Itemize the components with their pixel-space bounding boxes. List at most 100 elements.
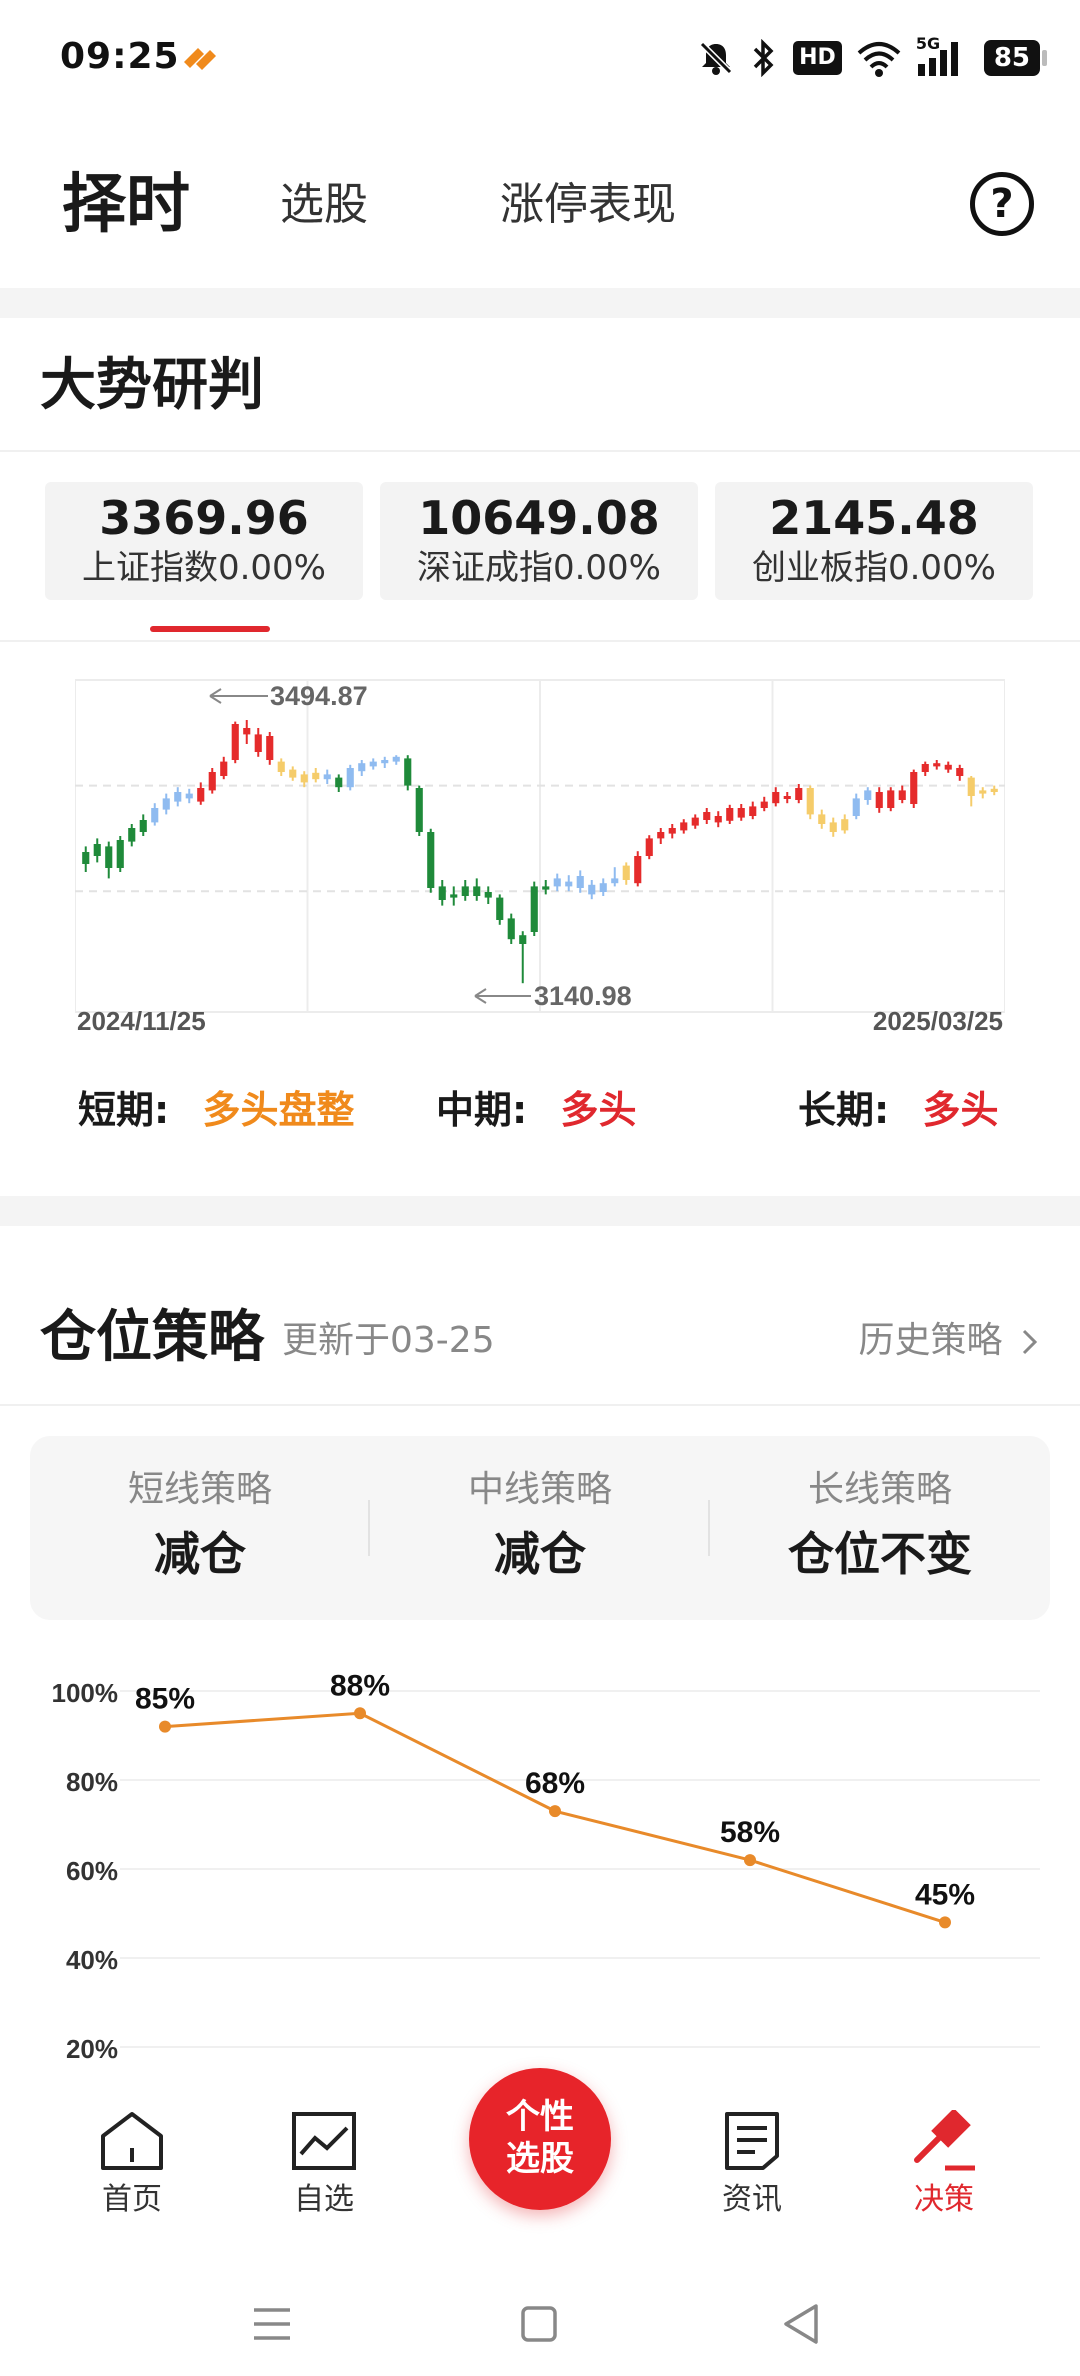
nav-home[interactable]: 首页	[62, 2110, 202, 2220]
candle	[427, 832, 435, 888]
nav-watchlist[interactable]: 自选	[254, 2110, 394, 2220]
candle	[369, 761, 377, 767]
hd-badge: HD	[793, 41, 842, 75]
candle	[921, 764, 929, 772]
candle	[599, 883, 607, 892]
personal-stock-picking-button[interactable]: 个性 选股	[469, 2068, 611, 2210]
trend-label: 长期:	[798, 1088, 890, 1132]
candle	[197, 788, 205, 802]
candle	[243, 728, 251, 735]
candle	[553, 878, 561, 887]
arrow-left-icon	[209, 688, 268, 704]
candle	[691, 817, 699, 826]
candle	[611, 878, 619, 884]
strategy-value: 减仓	[494, 1527, 586, 1581]
index-card-shenzhen[interactable]: 10649.08 深证成指0.00%	[380, 482, 698, 600]
data-point	[354, 1707, 366, 1720]
candle	[818, 814, 826, 824]
index-value: 10649.08	[418, 491, 660, 545]
candle	[565, 881, 573, 887]
help-button[interactable]: ?	[970, 172, 1034, 236]
data-point	[939, 1916, 951, 1929]
trend-medium: 中期: 多头	[436, 1080, 636, 1140]
candle	[864, 790, 872, 800]
candle	[174, 792, 182, 802]
start-date: 2024/11/25	[77, 1006, 206, 1036]
candle	[772, 792, 780, 804]
candle	[461, 886, 469, 896]
strategy-box: 短线策略 减仓 中线策略 减仓 长线策略 仓位不变	[30, 1436, 1050, 1620]
position-line-chart: 100% 80% 60% 40% 20% 85% 88% 68% 58% 45%	[52, 1669, 1040, 2064]
series-line	[164, 1711, 946, 1924]
index-card-shanghai[interactable]: 3369.96 上证指数0.00%	[45, 482, 363, 600]
candle	[519, 935, 527, 944]
kline-grid	[75, 679, 1005, 1013]
trend-long: 长期: 多头	[798, 1080, 998, 1140]
candle	[737, 808, 745, 818]
candle	[335, 777, 343, 788]
tab-limit-up[interactable]: 涨停表现	[500, 150, 676, 260]
section-title-position: 仓位策略	[40, 1305, 264, 1370]
back-icon[interactable]	[782, 2303, 822, 2345]
candle	[530, 886, 538, 932]
trend-value: 多头	[922, 1088, 999, 1132]
tab-timing[interactable]: 择时	[62, 150, 190, 260]
candle	[749, 806, 757, 816]
candle	[875, 792, 883, 808]
strategy-value: 仓位不变	[788, 1527, 972, 1581]
arrow-left-icon	[474, 988, 531, 1004]
candle	[220, 761, 228, 776]
candle	[576, 876, 584, 888]
fab-line2: 选股	[506, 2139, 574, 2179]
active-index-underline	[150, 626, 270, 632]
status-icons: HD 5G 85	[697, 34, 1048, 80]
nav-news[interactable]: 资讯	[682, 2110, 822, 2220]
candle	[323, 774, 331, 780]
candle	[703, 812, 711, 820]
menu-icon[interactable]	[252, 2306, 292, 2342]
data-label: 88%	[330, 1669, 390, 1702]
candle	[105, 846, 113, 868]
candle	[484, 892, 492, 898]
chart-line-icon	[292, 2112, 356, 2170]
history-strategy-link[interactable]: 历史策略	[859, 1316, 1040, 1366]
nav-label: 决策	[914, 2182, 974, 2217]
candle	[139, 820, 147, 832]
candle	[622, 865, 630, 880]
trend-label: 短期:	[78, 1088, 170, 1132]
bluetooth-icon	[753, 39, 774, 77]
candle	[116, 840, 124, 868]
candle	[473, 886, 481, 896]
data-point	[159, 1720, 171, 1733]
nav-label: 自选	[294, 2182, 354, 2217]
signal-bars-icon	[917, 42, 958, 76]
tab-stock-picking[interactable]: 选股	[280, 150, 368, 260]
candle	[967, 777, 975, 796]
candle	[162, 798, 170, 810]
strategy-long: 长线策略 仓位不变	[710, 1436, 1050, 1620]
index-label: 深证成指0.00%	[416, 548, 661, 588]
data-point	[744, 1854, 756, 1867]
nav-decision[interactable]: 决策	[874, 2110, 1014, 2220]
candle	[151, 808, 159, 823]
nav-label: 资讯	[722, 2182, 782, 2217]
index-label: 上证指数0.00%	[81, 548, 326, 588]
candle	[404, 758, 412, 786]
y-tick-label: 80%	[66, 1767, 118, 1797]
y-tick-label: 20%	[66, 2034, 118, 2064]
candle	[887, 790, 895, 808]
chevron-right-icon	[1022, 1329, 1038, 1355]
candle	[852, 798, 860, 816]
history-link-label: 历史策略	[858, 1320, 1003, 1361]
candle	[714, 816, 722, 823]
system-nav-bar	[0, 2260, 1080, 2376]
divider	[0, 450, 1080, 452]
data-label: 68%	[525, 1767, 585, 1800]
home-square-icon[interactable]	[520, 2305, 558, 2343]
high-label: 3494.87	[270, 681, 368, 711]
trend-short: 短期: 多头盘整	[78, 1080, 354, 1140]
candle	[990, 788, 998, 792]
y-tick-label: 40%	[66, 1945, 118, 1975]
status-bar: 09:25 HD 5G 85	[0, 0, 1080, 120]
index-card-chinext[interactable]: 2145.48 创业板指0.00%	[715, 482, 1033, 600]
